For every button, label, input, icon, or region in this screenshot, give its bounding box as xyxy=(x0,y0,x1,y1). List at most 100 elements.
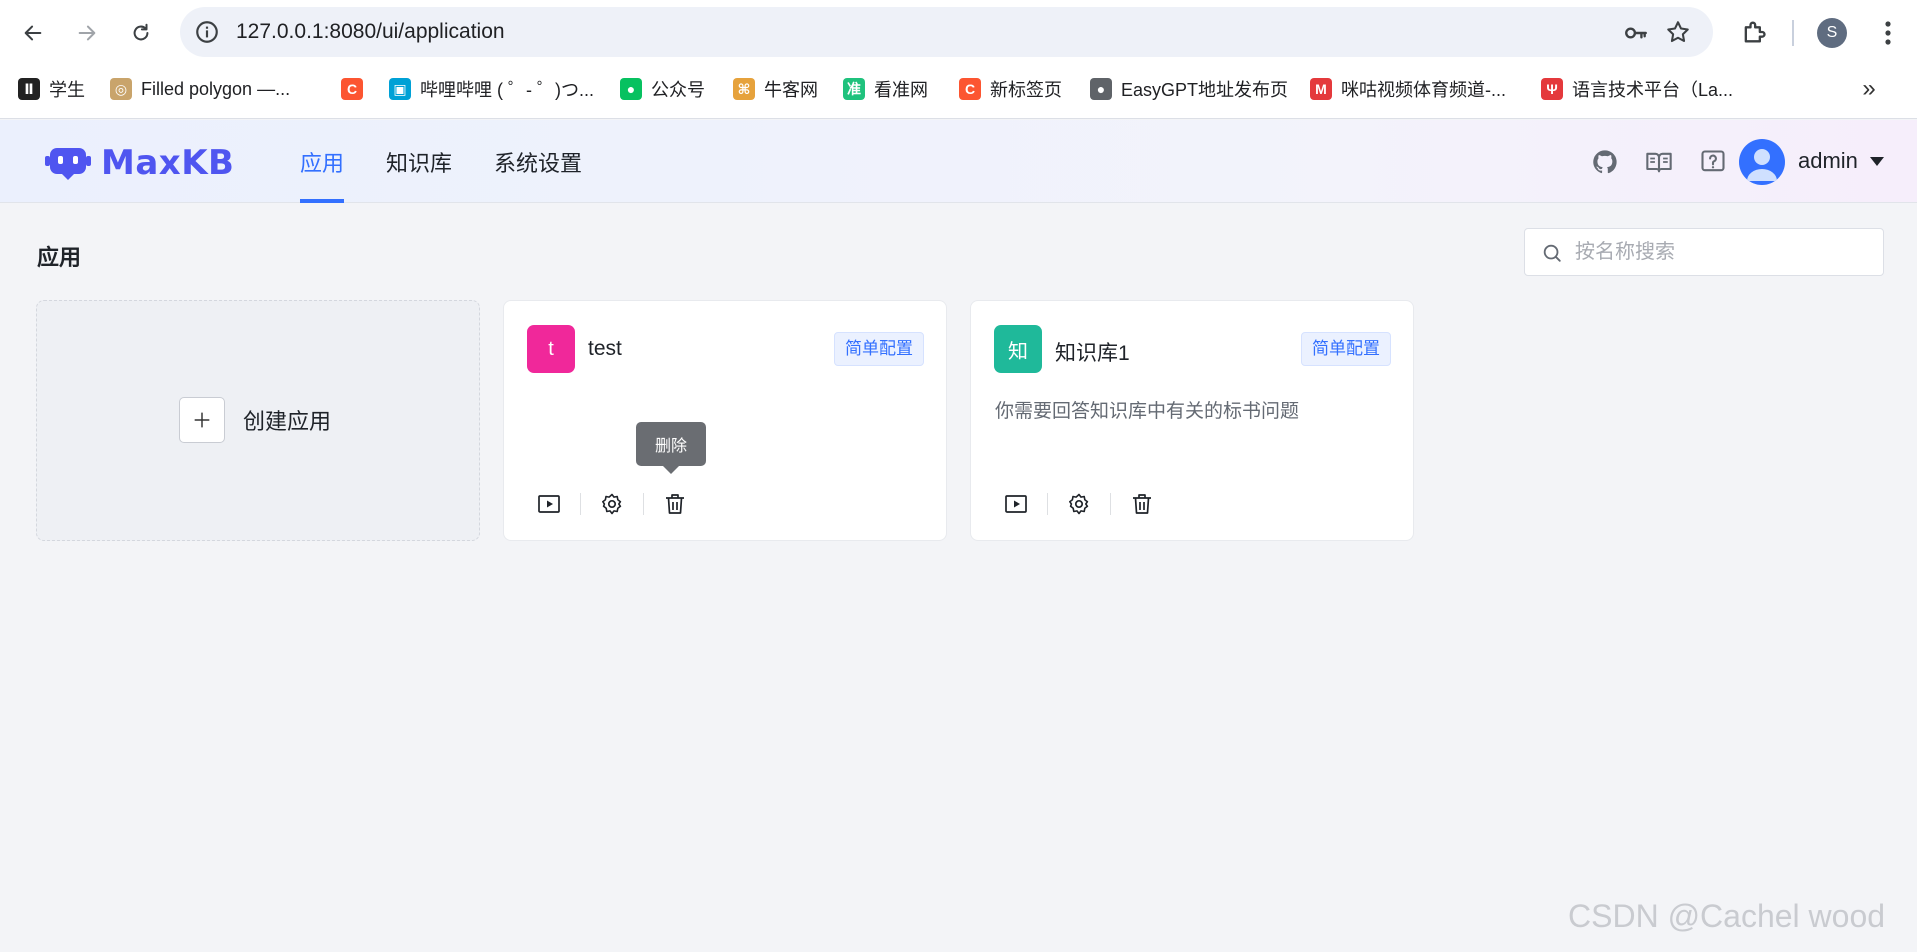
bookmark-label: 学生 xyxy=(49,80,85,100)
bookmark-label: 哔哩哔哩 ( ゜- ゜)つ... xyxy=(420,80,594,100)
bookmark-item[interactable]: ● 公众号 xyxy=(620,74,705,104)
kanzhun-icon: 准 xyxy=(843,78,865,100)
nav-item-system-settings[interactable]: 系统设置 xyxy=(494,120,582,203)
back-button[interactable] xyxy=(16,16,50,50)
app-avatar: t xyxy=(527,325,575,373)
nowcoder-icon: ⌘ xyxy=(733,78,755,100)
delete-tooltip: 删除 xyxy=(636,422,706,474)
logo[interactable]: MaxKB xyxy=(45,143,234,183)
bookmark-item[interactable]: C xyxy=(341,74,363,104)
bookmark-label: EasyGPT地址发布页 xyxy=(1121,80,1289,100)
bilibili-icon: ▣ xyxy=(389,78,411,100)
maxkb-logo-icon xyxy=(45,148,91,180)
plus-icon xyxy=(179,397,225,443)
site-info-icon[interactable] xyxy=(194,19,220,45)
reload-icon xyxy=(133,23,149,41)
app-actions xyxy=(999,487,1159,521)
migu-icon: M xyxy=(1310,78,1332,100)
nav-item-applications[interactable]: 应用 xyxy=(300,120,345,203)
csdn-icon: C xyxy=(959,78,981,100)
create-app-button[interactable]: 创建应用 xyxy=(179,397,331,443)
settings-button[interactable] xyxy=(1062,487,1096,521)
bookmark-item[interactable]: ◎ Filled polygon —... xyxy=(110,74,290,104)
action-divider xyxy=(1047,493,1048,515)
bookmark-label: 咪咕视频体育频道-... xyxy=(1341,80,1506,100)
bookmark-item[interactable]: M 咪咕视频体育频道-... xyxy=(1310,74,1506,104)
bookmark-label: 公众号 xyxy=(651,80,705,100)
create-app-card[interactable]: 创建应用 xyxy=(36,300,480,541)
forward-button[interactable] xyxy=(70,16,104,50)
bookmarks-overflow-icon[interactable]: » xyxy=(1854,74,1884,104)
profile-avatar[interactable]: S xyxy=(1817,18,1847,48)
nav-item-knowledge-base[interactable]: 知识库 xyxy=(386,120,452,203)
bookmark-item[interactable]: ▣ 哔哩哔哩 ( ゜- ゜)つ... xyxy=(389,74,594,104)
action-divider xyxy=(1110,493,1111,515)
page-title: 应用 xyxy=(37,245,82,270)
gear-icon xyxy=(602,493,622,515)
bookmark-label: 看准网 xyxy=(874,80,928,100)
bookmark-item[interactable]: ● EasyGPT地址发布页 xyxy=(1090,74,1288,104)
reload-button[interactable] xyxy=(124,16,158,50)
bookmark-item[interactable]: Ψ 语言技术平台（La... xyxy=(1541,74,1733,104)
gear-icon xyxy=(1069,493,1089,515)
trash-icon xyxy=(1133,494,1151,514)
app-actions xyxy=(532,487,692,521)
globe-icon: ● xyxy=(1090,78,1112,100)
search-box[interactable] xyxy=(1524,228,1884,276)
delete-button[interactable] xyxy=(658,487,692,521)
ltp-icon: Ψ xyxy=(1541,78,1563,100)
bookmark-label: 语言技术平台（La... xyxy=(1572,80,1734,100)
bookmark-label: 新标签页 xyxy=(990,80,1062,100)
csdn-icon: C xyxy=(341,78,363,100)
play-icon xyxy=(538,495,560,513)
arrow-left-icon xyxy=(24,25,42,41)
caret-down-icon[interactable] xyxy=(1870,157,1884,166)
app-header: MaxKB 应用 知识库 系统设置 xyxy=(0,120,1917,203)
bookmark-star-icon[interactable] xyxy=(1665,19,1691,45)
xuesheng-icon: Ⅱ xyxy=(18,78,40,100)
app-card[interactable]: 知 知识库1 简单配置 你需要回答知识库中有关的标书问题 xyxy=(970,300,1414,541)
help-icon[interactable] xyxy=(1699,148,1727,176)
app-card[interactable]: t test 简单配置 xyxy=(503,300,947,541)
trash-icon xyxy=(666,494,684,514)
app-name: test xyxy=(588,337,622,360)
app-avatar: 知 xyxy=(994,325,1042,373)
matplotlib-icon: ◎ xyxy=(110,78,132,100)
user-avatar[interactable] xyxy=(1739,139,1785,185)
bookmarks-bar: Ⅱ 学生 ◎ Filled polygon —... C ▣ 哔哩哔哩 ( ゜- ゜)つ..… xyxy=(0,70,1917,108)
bookmark-item[interactable]: 准看准网 xyxy=(843,74,928,104)
app-type-tag: 简单配置 xyxy=(1301,332,1391,366)
user-icon xyxy=(1747,149,1777,181)
bookmark-label: 牛客网 xyxy=(764,80,818,100)
watermark: CSDN @Cachel wood xyxy=(1568,898,1886,934)
settings-button[interactable] xyxy=(595,487,629,521)
github-icon[interactable] xyxy=(1591,148,1619,176)
demo-button[interactable] xyxy=(999,487,1033,521)
wechat-mp-icon: ● xyxy=(620,78,642,100)
delete-button[interactable] xyxy=(1125,487,1159,521)
action-divider xyxy=(643,493,644,515)
browser-chrome: 127.0.0.1:8080/ui/application S Ⅱ 学生 ◎ Fill… xyxy=(0,0,1917,119)
app-description: 你需要回答知识库中有关的标书问题 xyxy=(995,401,1300,422)
arrow-right-icon xyxy=(78,25,96,41)
bookmark-label: Filled polygon —... xyxy=(141,78,291,99)
search-icon xyxy=(1543,244,1561,262)
extensions-icon[interactable] xyxy=(1740,18,1768,46)
play-icon xyxy=(1005,495,1027,513)
search-input[interactable] xyxy=(1575,237,1865,267)
top-nav: 应用 知识库 系统设置 xyxy=(300,120,582,203)
action-divider xyxy=(580,493,581,515)
logo-text: MaxKB xyxy=(101,143,235,183)
bookmark-item[interactable]: C 新标签页 xyxy=(959,74,1062,104)
password-key-icon[interactable] xyxy=(1623,20,1649,46)
demo-button[interactable] xyxy=(532,487,566,521)
bookmark-item[interactable]: Ⅱ 学生 xyxy=(18,74,85,104)
app-type-tag: 简单配置 xyxy=(834,332,924,366)
url-text[interactable]: 127.0.0.1:8080/ui/application xyxy=(236,20,505,44)
create-app-label: 创建应用 xyxy=(243,409,332,434)
more-vert-icon[interactable] xyxy=(1876,18,1900,48)
user-name[interactable]: admin xyxy=(1798,148,1858,174)
address-bar[interactable]: 127.0.0.1:8080/ui/application xyxy=(180,7,1713,57)
docs-book-icon[interactable] xyxy=(1645,148,1673,176)
bookmark-item[interactable]: ⌘ 牛客网 xyxy=(733,74,818,104)
